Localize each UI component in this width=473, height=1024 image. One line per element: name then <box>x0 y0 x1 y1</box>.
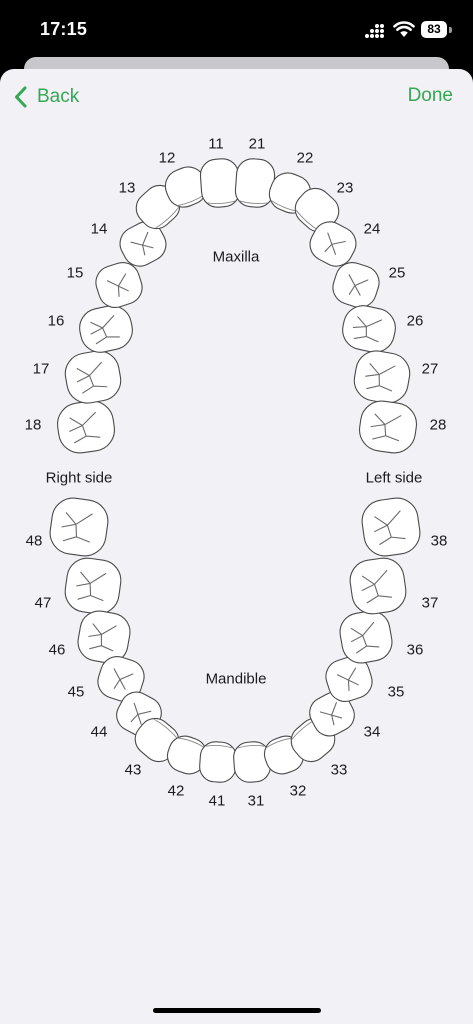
tooth-number-28: 28 <box>430 417 447 434</box>
tooth-number-35: 35 <box>388 684 405 701</box>
tooth-crown <box>349 557 407 615</box>
tooth-number-47: 47 <box>35 595 52 612</box>
tooth-crown <box>353 350 411 404</box>
tooth-number-16: 16 <box>48 313 65 330</box>
tooth-number-41: 41 <box>209 793 226 810</box>
tooth-number-11: 11 <box>208 136 224 153</box>
tooth-number-45: 45 <box>68 684 85 701</box>
tooth-number-36: 36 <box>407 642 424 659</box>
tooth-21[interactable] <box>234 158 276 209</box>
tooth-18[interactable] <box>55 398 117 455</box>
tooth-number-46: 46 <box>49 642 66 659</box>
tooth-41[interactable] <box>199 741 238 783</box>
tooth-crown <box>234 158 276 208</box>
tooth-number-26: 26 <box>407 313 424 330</box>
tooth-16[interactable] <box>76 302 136 356</box>
tooth-number-23: 23 <box>337 180 354 197</box>
left-side-label: Left side <box>366 470 423 487</box>
tooth-number-37: 37 <box>422 595 439 612</box>
tooth-crown <box>342 305 396 353</box>
tooth-number-21: 21 <box>249 136 266 153</box>
tooth-47[interactable] <box>63 556 124 617</box>
tooth-17[interactable] <box>62 348 124 407</box>
tooth-number-15: 15 <box>67 265 84 282</box>
tooth-number-33: 33 <box>331 762 348 779</box>
tooth-27[interactable] <box>351 348 413 407</box>
tooth-number-14: 14 <box>91 221 108 238</box>
tooth-crown <box>358 400 418 454</box>
tooth-number-22: 22 <box>297 150 314 167</box>
tooth-26[interactable] <box>339 302 399 356</box>
tooth-number-17: 17 <box>33 361 50 378</box>
tooth-number-25: 25 <box>389 265 406 282</box>
home-indicator <box>153 1008 321 1013</box>
tooth-number-24: 24 <box>364 221 381 238</box>
tooth-crown <box>339 610 393 664</box>
tooth-number-42: 42 <box>168 783 185 800</box>
tooth-crown <box>79 305 133 353</box>
tooth-crown <box>49 497 109 557</box>
tooth-48[interactable] <box>47 495 110 558</box>
tooth-crown <box>361 497 421 557</box>
tooth-number-32: 32 <box>290 783 307 800</box>
tooth-number-38: 38 <box>431 533 448 550</box>
tooth-11[interactable] <box>199 158 241 209</box>
tooth-chart: Maxilla Mandible Right side Left side 18… <box>25 136 448 810</box>
tooth-38[interactable] <box>359 495 422 558</box>
tooth-crown <box>64 350 122 404</box>
tooth-number-31: 31 <box>248 793 265 810</box>
tooth-37[interactable] <box>348 556 409 617</box>
tooth-number-12: 12 <box>159 150 176 167</box>
right-side-label: Right side <box>46 470 113 487</box>
tooth-crown <box>77 610 131 664</box>
tooth-crown <box>199 158 241 208</box>
tooth-number-44: 44 <box>91 724 108 741</box>
tooth-number-43: 43 <box>125 762 142 779</box>
tooth-number-13: 13 <box>119 180 136 197</box>
tooth-36[interactable] <box>337 608 395 666</box>
tooth-number-27: 27 <box>422 361 439 378</box>
mandible-label: Mandible <box>206 671 267 688</box>
tooth-number-34: 34 <box>364 724 381 741</box>
tooth-crown <box>56 400 116 454</box>
tooth-28[interactable] <box>357 398 419 455</box>
tooth-number-48: 48 <box>26 533 43 550</box>
tooth-46[interactable] <box>75 608 133 666</box>
maxilla-label: Maxilla <box>213 249 260 266</box>
tooth-crown <box>199 741 237 783</box>
tooth-crown <box>64 557 122 615</box>
tooth-number-18: 18 <box>25 417 42 434</box>
